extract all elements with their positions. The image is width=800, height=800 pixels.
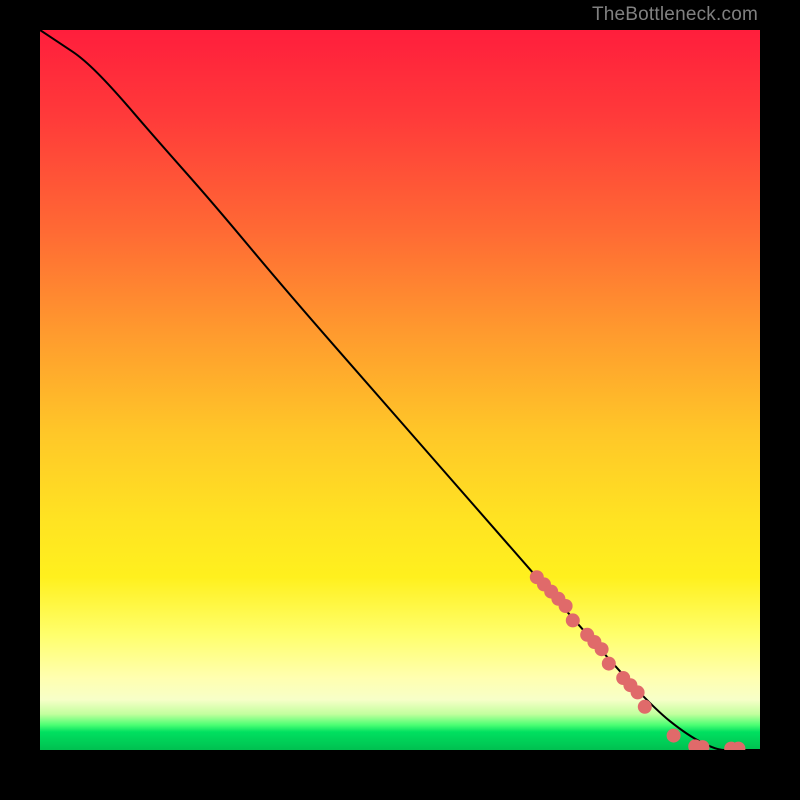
chart-frame: TheBottleneck.com <box>0 0 800 800</box>
marker-point <box>631 685 645 699</box>
marker-point <box>559 599 573 613</box>
marker-cluster <box>530 570 746 750</box>
marker-point <box>638 700 652 714</box>
bottleneck-curve <box>40 30 760 750</box>
marker-point <box>595 642 609 656</box>
curve-layer <box>40 30 760 750</box>
marker-point <box>602 657 616 671</box>
marker-point <box>566 613 580 627</box>
marker-point <box>667 729 681 743</box>
watermark-label: TheBottleneck.com <box>592 4 758 26</box>
